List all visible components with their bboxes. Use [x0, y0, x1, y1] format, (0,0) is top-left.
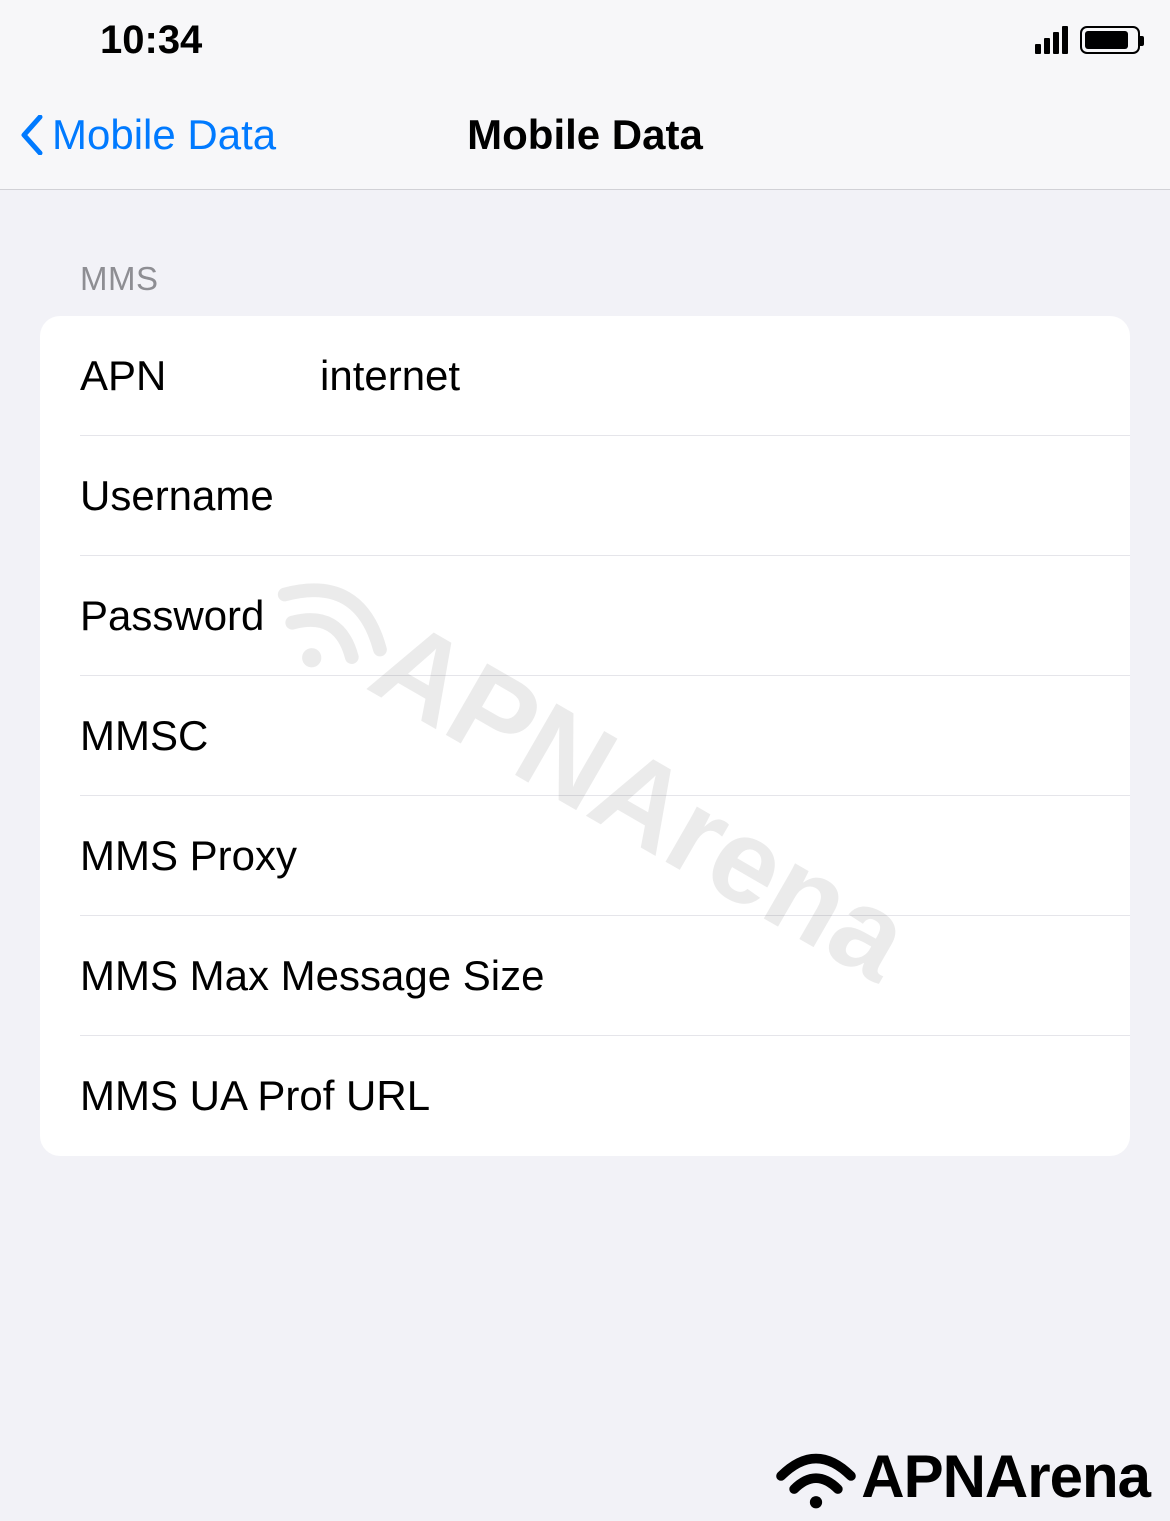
- password-label: Password: [80, 592, 320, 640]
- mmsc-row[interactable]: MMSC: [40, 676, 1130, 796]
- battery-icon: [1080, 26, 1140, 54]
- section-header-mms: MMS: [40, 260, 1130, 316]
- footer-logo-text: APNArena: [861, 1442, 1150, 1511]
- back-button[interactable]: Mobile Data: [0, 111, 276, 159]
- mmsc-label: MMSC: [80, 712, 320, 760]
- mms-max-size-row[interactable]: MMS Max Message Size: [40, 916, 1130, 1036]
- mms-proxy-row[interactable]: MMS Proxy: [40, 796, 1130, 916]
- apn-value: internet: [320, 352, 1090, 400]
- password-row[interactable]: Password: [40, 556, 1130, 676]
- content-area: MMS APN internet Username Password MMSC …: [0, 190, 1170, 1156]
- apn-row[interactable]: APN internet: [40, 316, 1130, 436]
- apn-label: APN: [80, 352, 320, 400]
- footer-logo: APNArena: [771, 1441, 1150, 1511]
- navigation-bar: Mobile Data Mobile Data: [0, 80, 1170, 190]
- username-label: Username: [80, 472, 320, 520]
- username-row[interactable]: Username: [40, 436, 1130, 556]
- back-label: Mobile Data: [52, 111, 276, 159]
- page-title: Mobile Data: [467, 111, 703, 159]
- status-time: 10:34: [100, 18, 202, 63]
- mms-max-size-label: MMS Max Message Size: [80, 952, 1090, 1000]
- cellular-signal-icon: [1035, 26, 1068, 54]
- settings-group: APN internet Username Password MMSC MMS …: [40, 316, 1130, 1156]
- mms-ua-prof-row[interactable]: MMS UA Prof URL: [40, 1036, 1130, 1156]
- status-bar: 10:34: [0, 0, 1170, 80]
- status-icons: [1035, 26, 1140, 54]
- wifi-icon: [771, 1441, 861, 1511]
- mms-ua-prof-label: MMS UA Prof URL: [80, 1072, 1090, 1120]
- chevron-left-icon: [20, 115, 44, 155]
- mms-proxy-label: MMS Proxy: [80, 832, 1090, 880]
